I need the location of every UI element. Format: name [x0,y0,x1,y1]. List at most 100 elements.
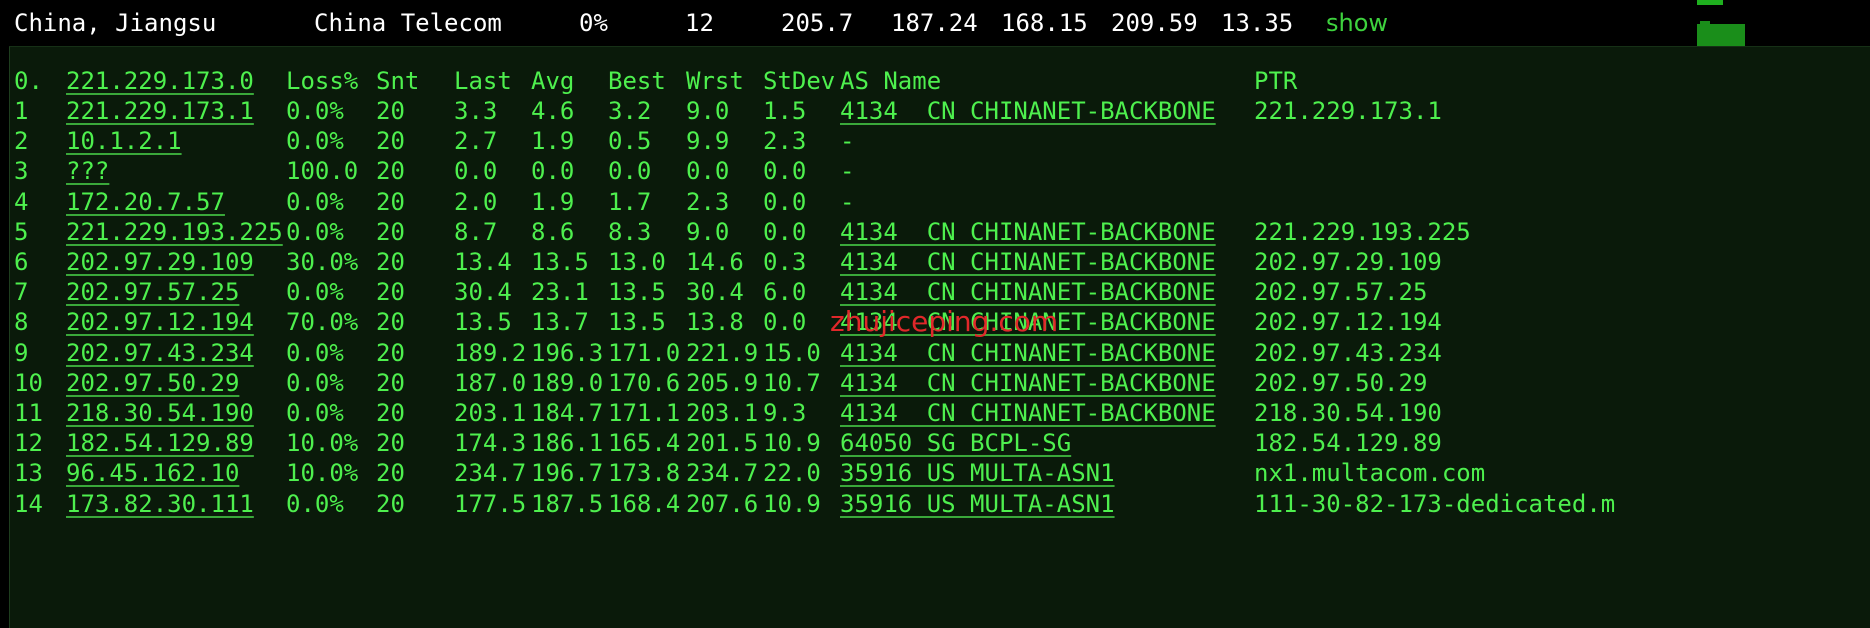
worst-value: 209.59 [1111,9,1198,37]
cell-idx: 11 [14,399,43,427]
cell-snt: 20 [376,187,405,216]
cell-last: 174.3 [454,429,527,458]
cell-host[interactable]: 218.30.54.190 [66,399,254,427]
cell-snt: 20 [376,248,405,276]
cell-avg: 187.5 [531,489,604,518]
col-best-header: Best [608,67,666,95]
cell-loss: 10.0% [286,459,359,488]
cell-wrst: 14.6 [686,248,744,276]
cell-loss: 0.0% [286,217,344,246]
cell-as[interactable]: 64050 SG BCPL-SG [840,429,1071,457]
cell-last: 2.7 [454,127,498,156]
cell-best: 171.1 [608,399,681,427]
cell-host[interactable]: 202.97.43.234 [66,339,254,367]
cell-avg: 189.0 [531,368,604,397]
location-label: China, Jiangsu [14,9,217,37]
cell-wrst: 9.9 [686,127,730,156]
cell-ptr: nx1.multacom.com [1254,459,1486,488]
cell-as[interactable]: 35916 US MULTA-ASN1 [840,459,1115,487]
cell-host[interactable]: ??? [66,157,109,185]
table-row: 6 202.97.29.109 30.0% 20 13.4 13.5 13.0 14.6 0.3… [10,248,1870,278]
cell-ptr: 202.97.57.25 [1254,278,1428,307]
cell-best: 3.2 [608,97,652,125]
cell-idx: 5 [14,217,29,246]
col-idx-header: 0. [14,67,43,95]
cell-best: 173.8 [608,459,681,488]
cell-host[interactable]: 202.97.50.29 [66,369,239,397]
cell-last: 187.0 [454,368,527,397]
cell-ptr: 111-30-82-173-dedicated.m [1254,489,1616,518]
cell-host[interactable]: 182.54.129.89 [66,429,254,457]
cell-loss: 100.0 [286,157,359,186]
cell-host[interactable]: 202.97.57.25 [66,278,239,306]
cell-wrst: 201.5 [686,429,759,458]
cell-wrst: 9.0 [686,217,730,246]
cell-host[interactable]: 221.229.173.1 [66,97,254,125]
cell-as[interactable]: 4134 CN CHINANET-BACKBONE [840,278,1216,306]
cell-as[interactable]: 4134 CN CHINANET-BACKBONE [840,218,1216,246]
col-loss-header: Loss% [286,67,359,95]
cell-ptr: 202.97.43.234 [1254,338,1442,367]
cell-avg: 0.0 [531,157,575,186]
cell-avg: 13.5 [531,248,589,276]
col-ptr-header: PTR [1254,67,1298,95]
stdev-value: 13.35 [1221,9,1294,37]
cell-idx: 14 [14,489,43,518]
cell-best: 168.4 [608,489,681,518]
cell-loss: 0.0% [286,97,344,125]
cell-as[interactable]: 4134 CN CHINANET-BACKBONE [840,369,1216,397]
cell-as[interactable]: 35916 US MULTA-ASN1 [840,490,1115,518]
cell-best: 13.5 [608,278,666,307]
sparkline-bar-top [1697,0,1723,5]
table-row: 3??? 100.0 20 0.0 0.0 0.0 0.0 0.0 - [10,157,1870,187]
cell-stdev: 10.7 [763,368,821,397]
cell-idx: 8 [14,308,29,337]
cell-best: 0.0 [608,157,652,186]
col-host-header[interactable]: 221.229.173.0 [66,67,254,95]
table-row: 5 221.229.193.225 0.0% 20 8.7 8.6 8.3 9.0 0.0 413… [10,218,1870,248]
col-snt-header: Snt [376,67,420,95]
cell-loss: 10.0% [286,429,359,458]
cell-host[interactable]: 221.229.193.225 [66,218,283,246]
cell-host[interactable]: 10.1.2.1 [66,127,182,155]
cell-host[interactable]: 96.45.162.10 [66,459,239,487]
cell-best: 1.7 [608,187,652,216]
cell-best: 171.0 [608,338,681,367]
cell-host[interactable]: 173.82.30.111 [66,490,254,518]
cell-last: 8.7 [454,217,498,246]
cell-idx: 13 [14,459,43,488]
cell-loss: 0.0% [286,338,344,367]
cell-as[interactable]: 4134 CN CHINANET-BACKBONE [840,399,1216,427]
col-last-header: Last [454,67,512,95]
cell-loss: 0.0% [286,489,344,518]
cell-avg: 1.9 [531,127,575,156]
cell-ptr: 202.97.50.29 [1254,368,1428,397]
table-row: 14 173.82.30.111 0.0% 20 177.5 187.5 168.4 207.… [10,490,1870,520]
cell-avg: 4.6 [531,97,575,125]
cell-idx: 9 [14,338,29,367]
table-row: 7 202.97.57.25 0.0% 20 30.4 23.1 13.5 30.4 6.0 41… [10,278,1870,308]
isp-label: China Telecom [314,9,502,37]
last-value: 205.7 [781,9,854,37]
cell-avg: 186.1 [531,429,604,458]
cell-loss: 0.0% [286,399,344,427]
cell-avg: 184.7 [531,399,604,427]
table-row: 2 10.1.2.1 0.0% 20 2.7 1.9 0.5 9.9 2.3 - [10,127,1870,157]
show-link[interactable]: show [1326,9,1388,37]
cell-idx: 12 [14,429,43,458]
cell-as[interactable]: 4134 CN CHINANET-BACKBONE [840,97,1216,125]
cell-host[interactable]: 202.97.29.109 [66,248,254,276]
cell-ptr: 202.97.12.194 [1254,308,1442,337]
cell-as[interactable]: 4134 CN CHINANET-BACKBONE [840,339,1216,367]
cell-as[interactable]: 4134 CN CHINANET-BACKBONE [840,248,1216,276]
loss-value: 0% [579,9,608,37]
cell-last: 2.0 [454,187,498,216]
cell-stdev: 9.3 [763,399,807,427]
cell-host[interactable]: 202.97.12.194 [66,308,254,336]
table-row: 10 202.97.50.29 0.0% 20 187.0 189.0 170.6 205.9… [10,369,1870,399]
cell-host[interactable]: 172.20.7.57 [66,188,225,216]
table-row: 4 172.20.7.57 0.0% 20 2.0 1.9 1.7 2.3 0.0 - [10,188,1870,218]
cell-snt: 20 [376,278,405,307]
cell-loss: 0.0% [286,278,344,307]
cell-idx: 4 [14,187,29,216]
